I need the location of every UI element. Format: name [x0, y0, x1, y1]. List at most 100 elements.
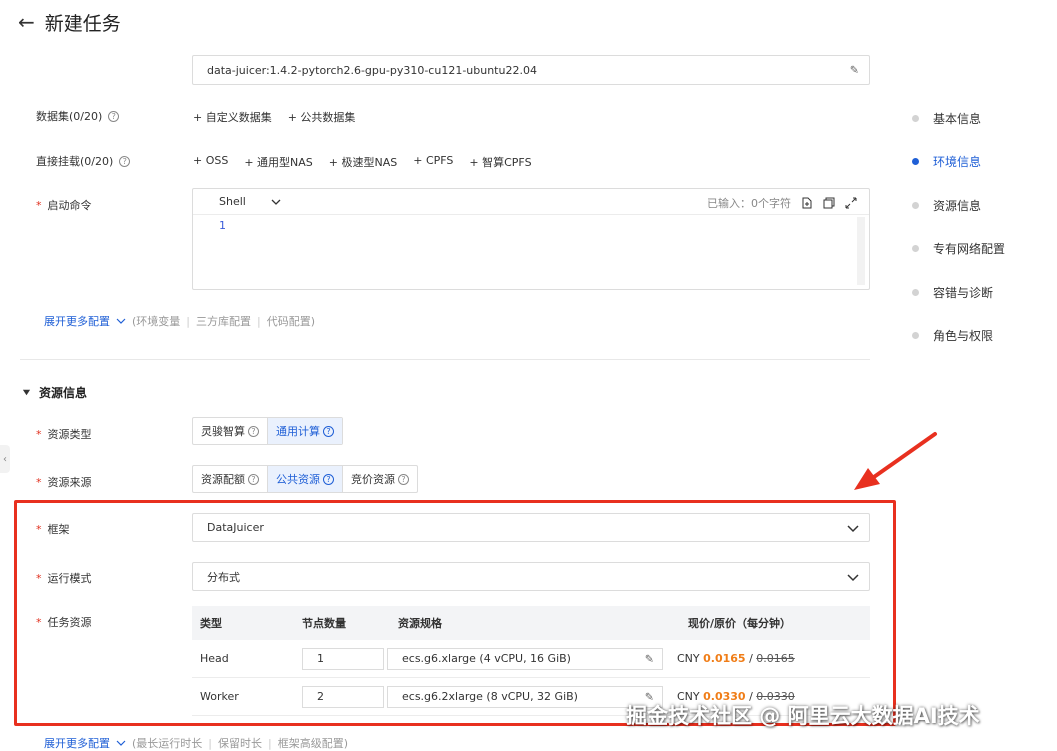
- required-mark: *: [36, 427, 42, 441]
- nav-dot: [912, 289, 919, 296]
- command-editor[interactable]: Shell 已输入：0个字符 1: [192, 188, 870, 290]
- help-icon[interactable]: ?: [398, 473, 409, 485]
- option-label: 公共资源: [276, 473, 320, 486]
- resource-source-label-text: 资源来源: [47, 476, 92, 489]
- resource-type-label-text: 资源类型: [47, 428, 92, 441]
- dataset-label-text: 数据集(0/20): [36, 110, 103, 123]
- more-config-item: 三方库配置: [196, 315, 252, 328]
- option-label: 灵骏智算: [201, 425, 245, 438]
- option-label: 竞价资源: [351, 473, 395, 486]
- arrow-left-icon[interactable]: ←: [18, 10, 35, 34]
- add-custom-dataset-button[interactable]: + 自定义数据集: [193, 109, 272, 125]
- resource-section-header[interactable]: 资源信息: [22, 384, 87, 401]
- nav-dot: [912, 202, 919, 209]
- editor-scrollbar[interactable]: [857, 217, 865, 285]
- separator: |: [257, 314, 261, 328]
- nav-item-resource[interactable]: 资源信息: [912, 197, 981, 214]
- nav-dot: [912, 332, 919, 339]
- language-value: Shell: [219, 195, 246, 208]
- chevron-left-icon[interactable]: ‹: [0, 445, 10, 473]
- mount-general-nas-button[interactable]: + 通用型NAS: [244, 154, 312, 170]
- mount-oss-button[interactable]: + OSS: [193, 154, 228, 170]
- help-icon[interactable]: ?: [248, 473, 259, 485]
- option-label: 资源配额: [201, 473, 245, 486]
- more-config-item: (环境变量: [132, 315, 181, 328]
- nav-item-label: 资源信息: [933, 199, 982, 213]
- nav-dot: [912, 245, 919, 252]
- help-icon[interactable]: ?: [248, 425, 259, 437]
- nav-item-vpc[interactable]: 专有网络配置: [912, 240, 1005, 257]
- resource-type-label: * 资源类型: [36, 426, 92, 442]
- help-icon[interactable]: ?: [323, 425, 334, 437]
- resource-source-public[interactable]: 公共资源?: [268, 466, 343, 492]
- caret-down-icon: [22, 389, 31, 396]
- language-select[interactable]: Shell: [219, 195, 282, 208]
- red-arrow-icon: [854, 432, 937, 490]
- watermark: 掘金技术社区 @ 阿里云大数据AI技术: [626, 704, 980, 728]
- nav-item-environment[interactable]: 环境信息: [912, 153, 981, 170]
- mount-ai-cpfs-button[interactable]: + 智算CPFS: [469, 154, 531, 170]
- mount-actions: + OSS + 通用型NAS + 极速型NAS + CPFS + 智算CPFS: [193, 154, 532, 170]
- nav-item-basic[interactable]: 基本信息: [912, 110, 981, 127]
- image-value: data-juicer:1.4.2-pytorch2.6-gpu-py310-c…: [207, 63, 537, 77]
- edit-icon[interactable]: ✎: [850, 64, 859, 77]
- section-divider: [20, 359, 870, 360]
- chevron-down-icon: [271, 199, 281, 205]
- mount-label: 直接挂载(0/20) ?: [36, 153, 131, 169]
- help-icon[interactable]: ?: [323, 473, 334, 485]
- chevron-down-icon: [116, 318, 126, 324]
- page-title: 新建任务: [44, 12, 121, 35]
- option-label: 通用计算: [276, 425, 320, 438]
- line-number: 1: [219, 219, 226, 232]
- dataset-actions: + 自定义数据集 + 公共数据集: [193, 109, 355, 125]
- more-config-item: 代码配置): [266, 315, 316, 328]
- more-config-env: 展开更多配置 (环境变量 | 三方库配置 | 代码配置): [44, 313, 315, 329]
- nav-dot: [912, 115, 919, 122]
- expand-more-config-link[interactable]: 展开更多配置: [44, 313, 110, 329]
- separator: |: [208, 736, 213, 750]
- dataset-label: 数据集(0/20) ?: [36, 108, 120, 124]
- nav-item-fault-tolerance[interactable]: 容错与诊断: [912, 284, 993, 301]
- nav-dot: [912, 158, 919, 165]
- help-icon[interactable]: ?: [119, 155, 131, 167]
- nav-item-label: 环境信息: [933, 155, 982, 169]
- editor-toolbar: Shell 已输入：0个字符: [193, 189, 869, 215]
- resource-source-switch: 资源配额? 公共资源? 竞价资源?: [192, 465, 418, 493]
- command-label-text: 启动命令: [47, 199, 92, 212]
- add-public-dataset-button[interactable]: + 公共数据集: [288, 109, 356, 125]
- resource-type-switch: 灵骏智算? 通用计算?: [192, 417, 343, 445]
- more-config-item: 框架高级配置): [277, 737, 349, 750]
- copy-icon[interactable]: [823, 197, 835, 209]
- image-field[interactable]: data-juicer:1.4.2-pytorch2.6-gpu-py310-c…: [192, 55, 870, 85]
- expand-more-config-link[interactable]: 展开更多配置: [44, 735, 110, 751]
- resource-type-general[interactable]: 通用计算?: [268, 418, 342, 444]
- resource-source-quota[interactable]: 资源配额?: [193, 466, 268, 492]
- command-label: * 启动命令: [36, 197, 92, 213]
- nav-item-label: 容错与诊断: [933, 286, 994, 300]
- more-config-advanced: 展开更多配置 (最长运行时长 | 保留时长 | 框架高级配置): [44, 735, 348, 751]
- separator: |: [186, 314, 191, 328]
- nav-item-label: 基本信息: [933, 112, 982, 126]
- resource-source-label: * 资源来源: [36, 474, 92, 490]
- resource-type-lingjun[interactable]: 灵骏智算?: [193, 418, 268, 444]
- editor-tools: 已输入：0个字符: [707, 195, 857, 211]
- help-icon[interactable]: ?: [108, 110, 120, 122]
- required-mark: *: [36, 198, 42, 212]
- fullscreen-icon[interactable]: [845, 197, 857, 209]
- highlight-box: [14, 500, 896, 726]
- page-header: ← 新建任务: [18, 8, 121, 36]
- new-file-icon[interactable]: [801, 197, 813, 209]
- mount-label-text: 直接挂载(0/20): [36, 155, 114, 168]
- resource-source-spot[interactable]: 竞价资源?: [343, 466, 417, 492]
- nav-item-label: 角色与权限: [933, 329, 994, 343]
- mount-extreme-nas-button[interactable]: + 极速型NAS: [329, 154, 397, 170]
- resource-section-title: 资源信息: [39, 386, 88, 400]
- mount-cpfs-button[interactable]: + CPFS: [413, 154, 453, 170]
- required-mark: *: [36, 475, 42, 489]
- char-counter: 已输入：0个字符: [707, 197, 791, 210]
- chevron-down-icon: [116, 740, 126, 746]
- more-config-item: (最长运行时长: [132, 737, 203, 750]
- nav-item-roles[interactable]: 角色与权限: [912, 327, 993, 344]
- nav-item-label: 专有网络配置: [933, 242, 1006, 256]
- separator: |: [268, 736, 272, 750]
